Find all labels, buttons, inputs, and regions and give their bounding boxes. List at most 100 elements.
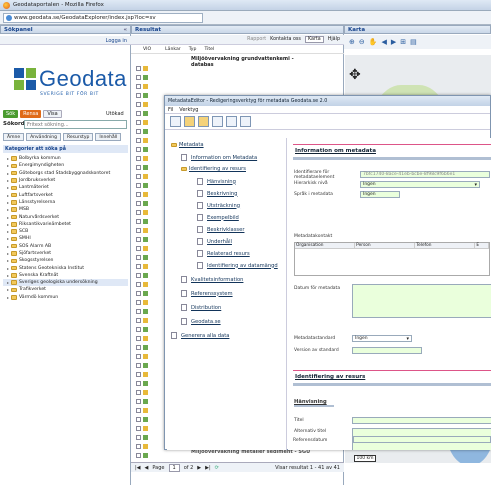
identifier-field[interactable]: 7bfc1740-8ace-41eb-bcbe-8f98c9f6b6e1 — [360, 171, 490, 178]
checkbox-icon[interactable] — [136, 219, 141, 224]
table-row[interactable] — [134, 415, 166, 424]
contact-table[interactable]: Organisation Person Telefon E — [294, 242, 490, 276]
table-row[interactable] — [134, 334, 166, 343]
table-row[interactable] — [134, 172, 166, 181]
zoom-out-icon[interactable]: ⊖ — [359, 38, 365, 46]
table-row[interactable] — [134, 379, 166, 388]
prev-page-icon[interactable]: ◀ — [145, 465, 149, 471]
identify-icon[interactable]: ⊞ — [400, 38, 406, 46]
table-row[interactable] — [134, 406, 166, 415]
metadata-tree-item[interactable]: Hänvisning — [197, 178, 236, 185]
table-row[interactable] — [134, 235, 166, 244]
tree-item[interactable]: ▸ SOS Alarm AB — [3, 243, 128, 250]
metadata-tree-item[interactable]: Information om Metadata — [181, 154, 257, 161]
checkbox-icon[interactable] — [136, 354, 141, 359]
tab-anvandning[interactable]: Användning — [26, 133, 61, 141]
result-first-title[interactable]: Miljöövervakning grundvattenkemi - datab… — [191, 56, 311, 68]
checkbox-icon[interactable] — [136, 66, 141, 71]
checkbox-icon[interactable] — [136, 129, 141, 134]
metadata-tree-item[interactable]: Referenssystem — [181, 290, 233, 297]
tree-item[interactable]: ▸ Trafikverket — [3, 286, 128, 293]
table-row[interactable] — [134, 253, 166, 262]
tab-amne[interactable]: Ämne — [3, 133, 25, 141]
tree-item[interactable]: ▸ Sjöfartsverket — [3, 250, 128, 257]
metadata-tree-item[interactable]: Distribution — [181, 304, 221, 311]
layers-icon[interactable]: ▤ — [410, 38, 417, 46]
title-field[interactable] — [352, 417, 491, 424]
tree-item[interactable]: ▸ Sveriges geologiska undersökning — [3, 279, 128, 287]
table-row[interactable] — [134, 388, 166, 397]
checkbox-icon[interactable] — [136, 345, 141, 350]
checkbox-icon[interactable] — [136, 300, 141, 305]
standard-select[interactable]: Ingen — [352, 335, 412, 342]
tree-item[interactable]: ▸ Naturvårdsverket — [3, 213, 128, 220]
metadata-tree-item[interactable]: Beskrivning — [197, 190, 237, 197]
tree-item[interactable]: ▸ Luftfartsverket — [3, 191, 128, 198]
table-row[interactable] — [134, 208, 166, 217]
first-page-icon[interactable]: |◀ — [135, 465, 141, 471]
checkbox-icon[interactable] — [136, 399, 141, 404]
metadata-tree-item[interactable]: Beskrivklasser — [197, 226, 244, 233]
map-tab[interactable]: Karta — [304, 36, 324, 43]
table-row[interactable] — [134, 325, 166, 334]
tree-item[interactable]: ▸ SCB — [3, 228, 128, 235]
table-row[interactable] — [134, 154, 166, 163]
table-row[interactable] — [134, 73, 166, 82]
checkbox-icon[interactable] — [136, 165, 141, 170]
metadata-tree-item[interactable]: Underhåll — [197, 238, 232, 245]
tree-item[interactable]: ▸ Skogsstyrelsen — [3, 257, 128, 264]
table-row[interactable] — [134, 271, 166, 280]
table-row[interactable] — [134, 217, 166, 226]
table-row[interactable] — [134, 91, 166, 100]
metadata-tree-item[interactable]: Exempelbild — [197, 214, 239, 221]
collapse-icon[interactable]: « — [123, 27, 127, 33]
date-field[interactable] — [352, 284, 491, 318]
table-row[interactable] — [134, 226, 166, 235]
table-row[interactable] — [134, 397, 166, 406]
search-button[interactable]: Sök — [3, 110, 19, 118]
table-row[interactable] — [134, 298, 166, 307]
zoom-in-icon[interactable]: ⊕ — [349, 38, 355, 46]
clear-button[interactable]: Rensa — [20, 110, 42, 118]
checkbox-icon[interactable] — [136, 120, 141, 125]
contact-link[interactable]: Kontakta oss — [270, 37, 301, 42]
metadata-tree-item[interactable]: Identifiering av datamängd — [197, 262, 278, 269]
menu-tools[interactable]: Verktyg — [179, 107, 198, 113]
open-folder-icon[interactable] — [198, 116, 209, 127]
checkbox-icon[interactable] — [136, 273, 141, 278]
show-button[interactable]: Visa — [43, 110, 62, 118]
table-row[interactable] — [134, 343, 166, 352]
checkbox-icon[interactable] — [136, 147, 141, 152]
tab-innehall[interactable]: Innehåll — [95, 133, 122, 141]
col-title[interactable]: Titel — [204, 47, 214, 52]
save-icon[interactable] — [212, 116, 223, 127]
table-row[interactable] — [134, 181, 166, 190]
table-row[interactable] — [134, 262, 166, 271]
last-page-icon[interactable]: ▶| — [205, 465, 211, 471]
checkbox-icon[interactable] — [136, 408, 141, 413]
next-page-icon[interactable]: ▶ — [197, 465, 201, 471]
metadata-tree-item[interactable]: Kvalitetsinformation — [181, 276, 243, 283]
hierarchy-select[interactable]: Ingen — [360, 181, 480, 188]
table-row[interactable] — [134, 199, 166, 208]
checkbox-icon[interactable] — [136, 201, 141, 206]
tree-item[interactable]: ▸ Värmdö kommun — [3, 294, 128, 301]
export-icon[interactable] — [240, 116, 251, 127]
metadata-tree-item[interactable]: Metadata — [171, 142, 204, 148]
checkbox-icon[interactable] — [136, 210, 141, 215]
open-icon[interactable] — [184, 116, 195, 127]
checkbox-icon[interactable] — [136, 327, 141, 332]
tree-item[interactable]: ▸ Göteborgs stad Stadsbyggnadskontoret — [3, 170, 128, 177]
checkbox-icon[interactable] — [136, 381, 141, 386]
checkbox-icon[interactable] — [136, 426, 141, 431]
checkbox-icon[interactable] — [136, 372, 141, 377]
back-icon[interactable]: ◀ — [381, 38, 386, 46]
table-row[interactable] — [134, 145, 166, 154]
save-as-icon[interactable] — [226, 116, 237, 127]
table-row[interactable] — [134, 316, 166, 325]
checkbox-icon[interactable] — [136, 192, 141, 197]
table-row[interactable] — [134, 307, 166, 316]
tree-item[interactable]: ▸ Svenska Kraftnät — [3, 272, 128, 279]
metadata-tree-item[interactable]: Utsträckning — [197, 202, 240, 209]
table-row[interactable] — [134, 136, 166, 145]
